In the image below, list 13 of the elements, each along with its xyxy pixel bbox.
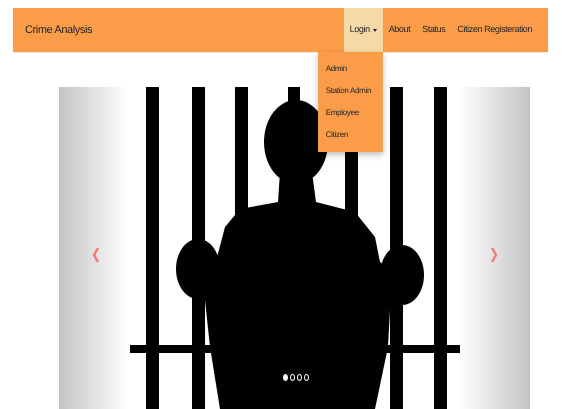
carousel-indicator[interactable] [297, 374, 302, 381]
dropdown-item[interactable]: Admin [318, 58, 383, 80]
brand-link[interactable]: Crime Analysis [25, 22, 92, 38]
caret-icon [372, 28, 377, 32]
dropdown-item[interactable]: Station Admin [318, 80, 383, 102]
carousel-indicator[interactable] [283, 374, 288, 381]
carousel-indicator[interactable] [304, 374, 309, 381]
nav-link[interactable]: Citizen Registeration [451, 8, 538, 52]
nav-link[interactable]: Status [416, 8, 452, 52]
nav-link[interactable]: About [382, 8, 416, 52]
dropdown-item[interactable]: Employee [318, 102, 383, 124]
carousel-indicator[interactable] [290, 374, 295, 381]
dropdown-item[interactable]: Citizen [318, 124, 383, 146]
